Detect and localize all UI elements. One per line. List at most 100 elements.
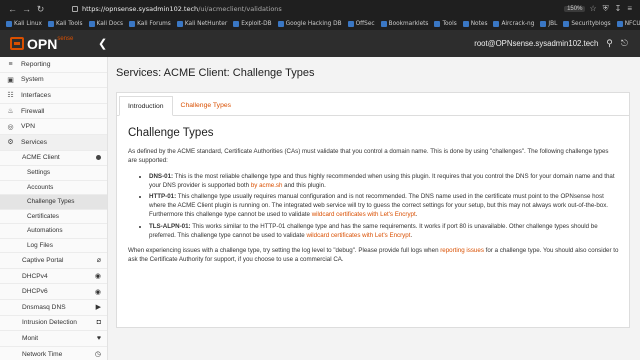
bookmark-item[interactable]: Exploit-DB: [233, 21, 272, 27]
bookmark-item[interactable]: Aircrack-ng: [493, 21, 534, 27]
sidebar-item-label: Captive Portal: [22, 256, 64, 264]
search-icon[interactable]: ⚲: [606, 38, 613, 49]
sidebar-item-label: Automations: [27, 227, 63, 235]
download-icon[interactable]: ↧: [615, 4, 622, 14]
sidebar-item-firewall[interactable]: ♨ Firewall: [0, 104, 107, 120]
sidebar-item-label: VPN: [21, 123, 35, 131]
back-icon[interactable]: ←: [8, 4, 17, 15]
sidebar-item-interfaces[interactable]: ☷ Interfaces: [0, 88, 107, 104]
sidebar-item-label: Interfaces: [21, 91, 51, 99]
sidebar-item-acme-client[interactable]: ACME Client: [0, 151, 107, 167]
sidebar-item-monit[interactable]: Monit ♥: [0, 331, 107, 347]
sidebar-item-captive-portal[interactable]: Captive Portal ⌀: [0, 253, 107, 269]
chart-icon: ≡: [8, 60, 13, 68]
reporting-issues-link[interactable]: reporting issues: [440, 247, 484, 254]
sidebar-item-dhcpv6[interactable]: DHCPv6 ◉: [0, 284, 107, 300]
logo-icon: [10, 37, 24, 50]
user-info[interactable]: root@OPNsense.sysadmin102.tech: [474, 39, 606, 48]
bookmark-item[interactable]: Google Hacking DB: [277, 21, 342, 27]
header-icons: ⚲ ⎋: [606, 38, 640, 49]
main-content: Services: ACME Client: Challenge Types I…: [108, 57, 640, 360]
outro-paragraph: When experiencing issues with a challeng…: [128, 247, 619, 264]
bookmark-item[interactable]: Tools: [434, 21, 457, 27]
sidebar-item-label: Dnsmasq DNS: [22, 303, 66, 311]
bookmark-item[interactable]: Kali Forums: [129, 21, 171, 27]
browser-toolbar-icons: ☆ ⛨ ↧ ≡: [589, 4, 640, 14]
bookmark-icon: [616, 21, 623, 27]
monitor-icon: ▣: [7, 76, 14, 84]
sitemap-icon: ☷: [7, 92, 14, 100]
bookmark-item[interactable]: JBL: [540, 21, 557, 27]
star-icon[interactable]: ☆: [589, 4, 596, 14]
sidebar-item-services[interactable]: ⚙ Services: [0, 134, 107, 151]
sidebar-item-vpn[interactable]: ◎ VPN: [0, 119, 107, 135]
wildcard-link-tls[interactable]: wildcard certificates with Let's Encrypt: [306, 232, 410, 239]
sidebar-item-dhcpv4[interactable]: DHCPv4 ◉: [0, 269, 107, 285]
sidebar-item-label: DHCPv4: [22, 272, 48, 280]
bookmark-icon: [563, 21, 570, 27]
reload-icon[interactable]: ↻: [36, 4, 45, 15]
intro-paragraph: As defined by the ACME standard, Certifi…: [128, 148, 609, 165]
logout-icon[interactable]: ⎋: [621, 38, 628, 49]
bookmark-item[interactable]: Kali NetHunter: [176, 21, 227, 27]
bookmark-item[interactable]: OffSec: [347, 21, 375, 27]
sidebar-item-challenge-types[interactable]: Challenge Types: [0, 195, 107, 210]
opnsense-logo[interactable]: OPNsense: [0, 36, 98, 52]
bookmark-item[interactable]: Kali Tools: [47, 21, 83, 27]
sidebar-item-label: DHCPv6: [22, 288, 48, 296]
wifi-icon: ⌀: [96, 257, 101, 265]
sidebar-item-label: Settings: [27, 169, 51, 177]
bookmark-icon: [493, 21, 500, 27]
collapse-sidebar-icon[interactable]: ❮: [98, 37, 107, 50]
tab-introduction[interactable]: Introduction: [119, 96, 173, 116]
sidebar-item-dnsmasq-dns[interactable]: Dnsmasq DNS ▶: [0, 300, 107, 316]
sidebar-item-accounts[interactable]: Accounts: [0, 181, 107, 196]
bookmark-icon: [347, 21, 354, 27]
bookmarks-bar: Kali Linux Kali Tools Kali Docs Kali Forums…: [0, 18, 640, 30]
sidebar-item-log-files[interactable]: Log Files: [0, 239, 107, 254]
acme-sh-link[interactable]: by acme.sh: [251, 182, 283, 189]
list-item-dns: DNS-01: This is the most reliable challe…: [149, 172, 619, 190]
bookmark-item[interactable]: Bookmarklets: [380, 21, 428, 27]
bookmark-icon: [129, 21, 136, 27]
bookmark-item[interactable]: NFCU: [616, 21, 640, 27]
bookmark-item[interactable]: Securityblogs: [563, 21, 611, 27]
url-host: https://opnsense.sysadmin102.tech: [82, 5, 199, 13]
bookmark-item[interactable]: Kali Linux: [6, 21, 42, 27]
shield-icon: ◘: [96, 319, 101, 327]
bookmark-icon: [277, 21, 284, 27]
zoom-badge[interactable]: 150%: [564, 6, 586, 12]
address-bar[interactable]: https://opnsense.sysadmin102.tech/ui/acm…: [72, 3, 564, 16]
bookmark-icon: [88, 21, 95, 27]
clock-icon: ◷: [94, 351, 101, 359]
content-panel: Introduction Challenge Types Challenge T…: [116, 92, 630, 328]
bookmark-icon: [6, 21, 12, 27]
sidebar-item-label: Reporting: [21, 60, 51, 68]
sidebar-item-certificates[interactable]: Certificates: [0, 210, 107, 225]
sidebar-item-label: Accounts: [27, 183, 54, 191]
bookmark-icon: [233, 21, 240, 27]
bookmark-item[interactable]: Notes: [462, 21, 487, 27]
sidebar-item-label: ACME Client: [22, 154, 60, 162]
sidebar-item-reporting[interactable]: ≡ Reporting: [0, 57, 107, 73]
tab-challenge-types[interactable]: Challenge Types: [173, 96, 240, 116]
bookmark-item[interactable]: Kali Docs: [88, 21, 123, 27]
url-path: /ui/acmeclient/validations: [198, 5, 282, 13]
sidebar-item-label: Challenge Types: [27, 198, 75, 206]
sidebar-item-network-time[interactable]: Network Time ◷: [0, 347, 107, 360]
menu-icon[interactable]: ≡: [627, 4, 632, 14]
sidebar-item-intrusion-detection[interactable]: Intrusion Detection ◘: [0, 316, 107, 332]
bookmark-icon: [434, 21, 441, 27]
shield-icon[interactable]: ⛨: [603, 4, 609, 14]
sidebar-item-automations[interactable]: Automations: [0, 224, 107, 239]
sidebar-item-label: Network Time: [22, 350, 63, 358]
heart-icon: ♥: [96, 334, 101, 342]
bookmark-icon: [462, 21, 469, 27]
forward-icon[interactable]: →: [22, 4, 31, 15]
fire-icon: ♨: [7, 108, 14, 116]
sidebar-item-label: System: [21, 76, 44, 84]
wildcard-link-http[interactable]: wildcard certificates with Let's Encrypt: [312, 211, 416, 218]
globe-icon: ◎: [7, 123, 14, 131]
sidebar-item-system[interactable]: ▣ System: [0, 73, 107, 89]
sidebar-item-settings[interactable]: Settings: [0, 166, 107, 181]
